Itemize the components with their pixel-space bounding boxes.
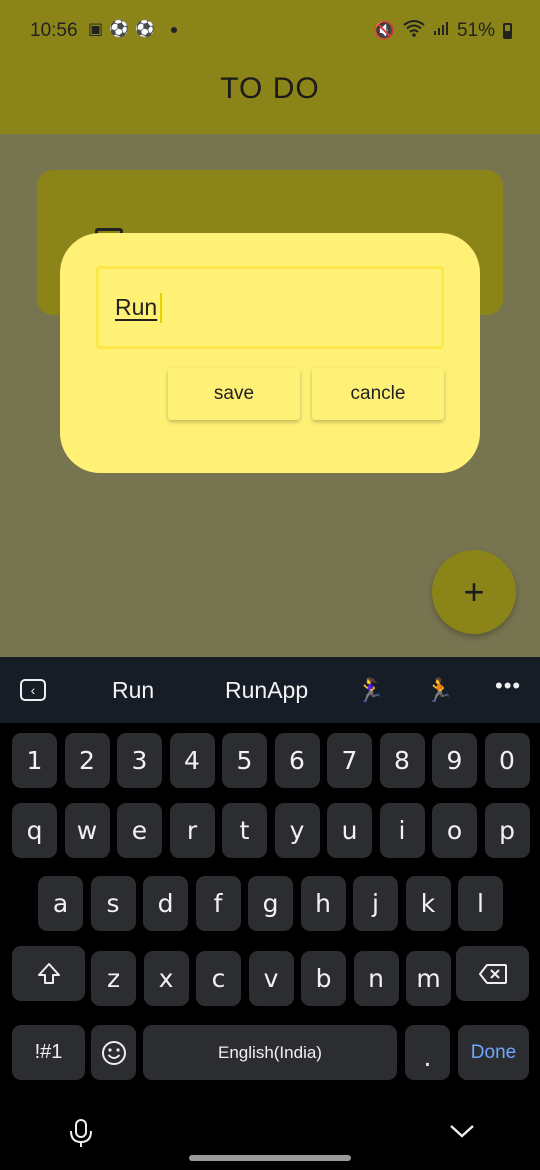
key-i[interactable]: i bbox=[379, 803, 425, 858]
key-4[interactable]: 4 bbox=[169, 733, 215, 788]
key-d[interactable]: d bbox=[143, 876, 188, 931]
more-notifications-icon bbox=[170, 27, 177, 33]
key-7[interactable]: 7 bbox=[327, 733, 372, 788]
key-3[interactable]: 3 bbox=[117, 733, 162, 788]
battery-percent: 51% bbox=[456, 19, 495, 41]
save-button[interactable]: save bbox=[168, 368, 300, 420]
done-key[interactable]: Done bbox=[458, 1025, 529, 1080]
status-bar: 10:56 ▣ ⚽ ⚽ 🔇 51% bbox=[0, 0, 540, 62]
key-z[interactable]: z bbox=[91, 951, 136, 1006]
key-m[interactable]: m bbox=[406, 951, 451, 1006]
wifi-icon bbox=[403, 19, 425, 42]
key-k[interactable]: k bbox=[405, 876, 451, 931]
signal-icon bbox=[433, 20, 449, 41]
shift-key[interactable] bbox=[12, 946, 85, 1001]
key-2[interactable]: 2 bbox=[64, 733, 110, 788]
key-r[interactable]: r bbox=[169, 803, 215, 858]
key-o[interactable]: o bbox=[432, 803, 477, 858]
keyboard-toolbar-back-icon[interactable]: ‹ bbox=[20, 679, 46, 701]
more-options-icon[interactable]: ••• bbox=[495, 673, 521, 699]
backspace-icon bbox=[478, 963, 507, 984]
suggestion-emoji-woman-running[interactable]: 🏃‍♀️ bbox=[356, 677, 385, 704]
key-a[interactable]: a bbox=[38, 876, 83, 931]
suggestion-run[interactable]: Run bbox=[112, 677, 154, 704]
shift-icon bbox=[37, 962, 60, 984]
mute-icon: 🔇 bbox=[373, 20, 395, 40]
edit-task-dialog: Run save cancle bbox=[60, 233, 480, 473]
key-j[interactable]: j bbox=[353, 876, 398, 931]
emoji-key[interactable] bbox=[91, 1025, 136, 1080]
task-name-value: Run bbox=[115, 294, 158, 320]
period-key[interactable]: . bbox=[405, 1025, 450, 1080]
notification-icons: ▣ ⚽ ⚽ bbox=[88, 20, 177, 40]
key-6[interactable]: 6 bbox=[274, 733, 320, 788]
space-key[interactable]: English(India) bbox=[143, 1025, 397, 1080]
key-8[interactable]: 8 bbox=[379, 733, 425, 788]
keyboard bbox=[0, 723, 540, 1170]
microphone-icon[interactable] bbox=[68, 1118, 94, 1155]
key-u[interactable]: u bbox=[327, 803, 372, 858]
key-l[interactable]: l bbox=[458, 876, 503, 931]
home-indicator[interactable] bbox=[189, 1155, 351, 1161]
page-title: TO DO bbox=[220, 72, 320, 105]
backspace-key[interactable] bbox=[456, 946, 529, 1001]
key-e[interactable]: e bbox=[117, 803, 162, 858]
plus-icon: + bbox=[463, 571, 485, 612]
football-icon: ⚽ bbox=[109, 21, 130, 38]
key-h[interactable]: h bbox=[300, 876, 346, 931]
key-9[interactable]: 9 bbox=[432, 733, 477, 788]
symbols-key[interactable]: !#1 bbox=[12, 1025, 85, 1080]
key-0[interactable]: 0 bbox=[484, 733, 530, 788]
keyboard-suggestion-bar: ‹ Run RunApp 🏃‍♀️ 🏃 ••• bbox=[0, 657, 540, 723]
app-bar: TO DO bbox=[0, 62, 540, 134]
key-s[interactable]: s bbox=[90, 876, 136, 931]
gallery-icon: ▣ bbox=[88, 21, 104, 38]
key-g[interactable]: g bbox=[248, 876, 293, 931]
emoji-icon bbox=[101, 1040, 126, 1065]
key-1[interactable]: 1 bbox=[12, 733, 57, 788]
key-n[interactable]: n bbox=[353, 951, 399, 1006]
system-icons: 🔇 51% bbox=[374, 19, 512, 42]
key-5[interactable]: 5 bbox=[222, 733, 267, 788]
cancel-button[interactable]: cancle bbox=[312, 368, 444, 420]
suggestion-emoji-man-running[interactable]: 🏃 bbox=[425, 677, 454, 704]
key-b[interactable]: b bbox=[301, 951, 346, 1006]
key-w[interactable]: w bbox=[64, 803, 110, 858]
text-cursor bbox=[160, 293, 162, 323]
key-c[interactable]: c bbox=[196, 951, 241, 1006]
suggestion-runapp[interactable]: RunApp bbox=[225, 677, 308, 704]
key-q[interactable]: q bbox=[12, 803, 57, 858]
task-name-input[interactable]: Run bbox=[96, 266, 444, 349]
key-v[interactable]: v bbox=[248, 951, 294, 1006]
key-p[interactable]: p bbox=[484, 803, 530, 858]
key-t[interactable]: t bbox=[222, 803, 267, 858]
status-time: 10:56 bbox=[30, 20, 78, 41]
football-icon: ⚽ bbox=[135, 21, 155, 38]
key-f[interactable]: f bbox=[195, 876, 241, 931]
battery-icon bbox=[503, 22, 512, 39]
add-task-button[interactable]: + bbox=[432, 550, 516, 634]
key-y[interactable]: y bbox=[274, 803, 320, 858]
hide-keyboard-icon[interactable] bbox=[448, 1116, 476, 1147]
key-x[interactable]: x bbox=[143, 951, 189, 1006]
